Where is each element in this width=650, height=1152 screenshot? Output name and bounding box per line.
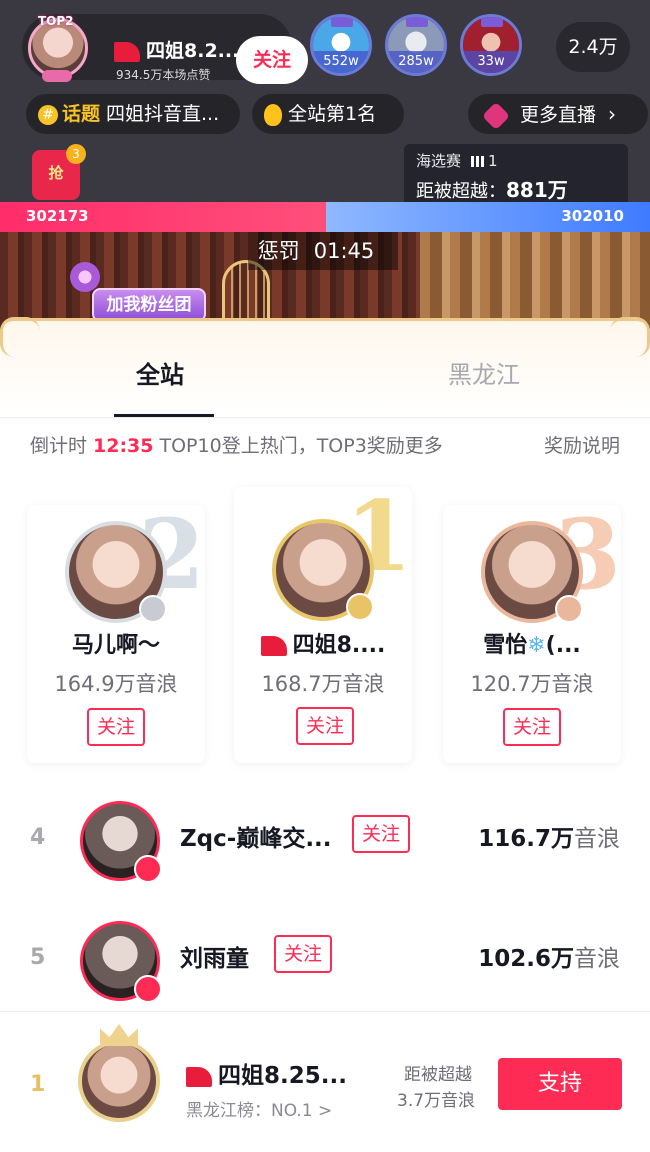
topic-pill[interactable]: # 话题 四姐抖音直... [26, 94, 240, 134]
top-viewer-2[interactable]: 285w [385, 14, 447, 76]
host-card[interactable]: TOP2 四姐8.2... 934.5万本场点赞 关注 [22, 14, 308, 84]
follow-host-button[interactable]: 关注 [236, 36, 308, 84]
current-rank: 1 [30, 1072, 46, 1097]
viewer-contribution: 285w [388, 51, 444, 73]
viewer-contribution: 552w [313, 51, 369, 73]
row-name: Zqc-巅峰交... [180, 826, 332, 852]
curtain-backdrop [420, 232, 650, 330]
podium-card-1[interactable]: 1 四姐8.... 168.7万音浪 关注 [234, 487, 412, 763]
host-likes: 934.5万本场点赞 [116, 68, 211, 82]
rank-number: 5 [30, 945, 46, 970]
province-rank-link[interactable]: 黑龙江榜：NO.1 > [186, 1096, 332, 1121]
follow-button[interactable]: 关注 [352, 815, 410, 853]
rank-row[interactable]: 5 刘雨童 关注 102.6万音浪 [0, 909, 650, 1019]
red-packet-count-badge: 3 [66, 144, 86, 164]
viewer-contribution: 33w [463, 51, 519, 73]
follow-button[interactable]: 关注 [296, 707, 354, 745]
rank-row[interactable]: 4 Zqc-巅峰交... 关注 116.7万音浪 [0, 789, 650, 899]
viewer-tag [481, 17, 503, 27]
live-signal-icon [139, 595, 167, 623]
gap-value: 3.7万音浪 [397, 1091, 476, 1111]
row-score: 116.7万音浪 [478, 826, 620, 852]
tab-all-site[interactable]: 全站 [136, 355, 184, 390]
live-signal-icon [555, 595, 583, 623]
sheet-ornament-right [610, 317, 650, 357]
avatar-frame-tag [42, 70, 72, 82]
podium-card-3[interactable]: 3 雪怡❄(... 120.7万音浪 关注 [443, 505, 621, 763]
podium-score: 164.9万音浪 [54, 672, 178, 696]
live-signal-icon [346, 593, 374, 621]
site-rank-text: 全站第1名 [288, 103, 377, 125]
pk-gap: 距被超越：881万 [416, 178, 568, 202]
topic-text: 四姐抖音直... [106, 103, 220, 125]
tab-divider [0, 417, 650, 418]
chevron-right-icon: › [608, 102, 617, 126]
live-room-header: TOP2 四姐8.2... 934.5万本场点赞 关注 552w 285w 33… [0, 0, 650, 330]
follow-button[interactable]: 关注 [274, 935, 332, 973]
snowflake-icon: ❄ [527, 633, 546, 658]
follow-button[interactable]: 关注 [87, 708, 145, 746]
current-host-bar: 1 四姐8.25... 黑龙江榜：NO.1 > 距被超越 3.7万音浪 支持 [0, 1011, 650, 1152]
podium-name: 雪怡❄(... [483, 633, 581, 658]
podium-card-2[interactable]: 2 马儿啊～ 164.9万音浪 关注 [27, 505, 205, 763]
site-rank-pill[interactable]: 全站第1名 [252, 94, 404, 134]
support-button[interactable]: 支持 [498, 1058, 622, 1110]
gap-label: 距被超越 [404, 1065, 472, 1085]
pk-round: 海选赛 1 [416, 152, 498, 170]
top-viewer-1[interactable]: 552w [310, 14, 372, 76]
pk-score-bar: 302173 302010 [0, 202, 650, 232]
viewer-tag [406, 17, 428, 27]
live-video-area[interactable]: 惩罚 01:45 加我粉丝团 [0, 232, 650, 330]
podium-score: 120.7万音浪 [470, 672, 594, 696]
rank-number: 4 [30, 825, 46, 850]
disco-ball-decoration [70, 262, 100, 292]
heel-icon [114, 41, 140, 62]
ranking-sheet: 全站 黑龙江 倒计时 12:35 TOP10登上热门，TOP3奖励更多 奖励说明 2… [0, 317, 650, 1152]
sheet-ornament-left [0, 317, 40, 357]
more-live-text: 更多直播 [520, 104, 597, 126]
crown-icon [100, 1024, 138, 1046]
top-viewer-3[interactable]: 33w [460, 14, 522, 76]
online-viewer-count[interactable]: 2.4万 [556, 22, 630, 72]
countdown-time: 12:35 [93, 435, 154, 457]
gem-icon [481, 101, 511, 130]
heel-icon [260, 636, 287, 656]
host-name: 四姐8.2... [114, 36, 239, 63]
pk-right-score: 302010 [561, 207, 624, 225]
countdown-text: 倒计时 12:35 TOP10登上热门，TOP3奖励更多 [30, 435, 443, 457]
follow-button[interactable]: 关注 [503, 708, 561, 746]
flame-icon [264, 103, 282, 126]
live-signal-icon [134, 975, 162, 1003]
more-live-pill[interactable]: 更多直播 › [468, 94, 648, 134]
row-name: 刘雨童 [180, 946, 249, 972]
current-host-name: 四姐8.25... [186, 1056, 347, 1090]
row-score: 102.6万音浪 [478, 946, 620, 972]
heel-icon [186, 1066, 212, 1087]
podium-score: 168.7万音浪 [261, 672, 385, 696]
podium-name: 马儿啊～ [71, 633, 160, 658]
topic-key: 话题 [62, 103, 101, 125]
avatar[interactable] [78, 1040, 160, 1122]
reward-rules-link[interactable]: 奖励说明 [544, 431, 620, 458]
join-fan-club-button[interactable]: 加我粉丝团 [92, 288, 206, 322]
tab-province[interactable]: 黑龙江 [448, 355, 520, 390]
podium-name: 四姐8.... [234, 627, 412, 659]
signal-icon [471, 156, 485, 167]
live-signal-icon [134, 855, 162, 883]
penalty-timer: 惩罚 01:45 [248, 232, 398, 270]
pk-info-panel[interactable]: 海选赛 1 距被超越：881万 [404, 144, 628, 206]
pk-left-score: 302173 [26, 207, 89, 225]
hashtag-icon: # [38, 104, 58, 125]
top-rank-badge: TOP2 [38, 14, 74, 28]
viewer-tag [331, 17, 353, 27]
